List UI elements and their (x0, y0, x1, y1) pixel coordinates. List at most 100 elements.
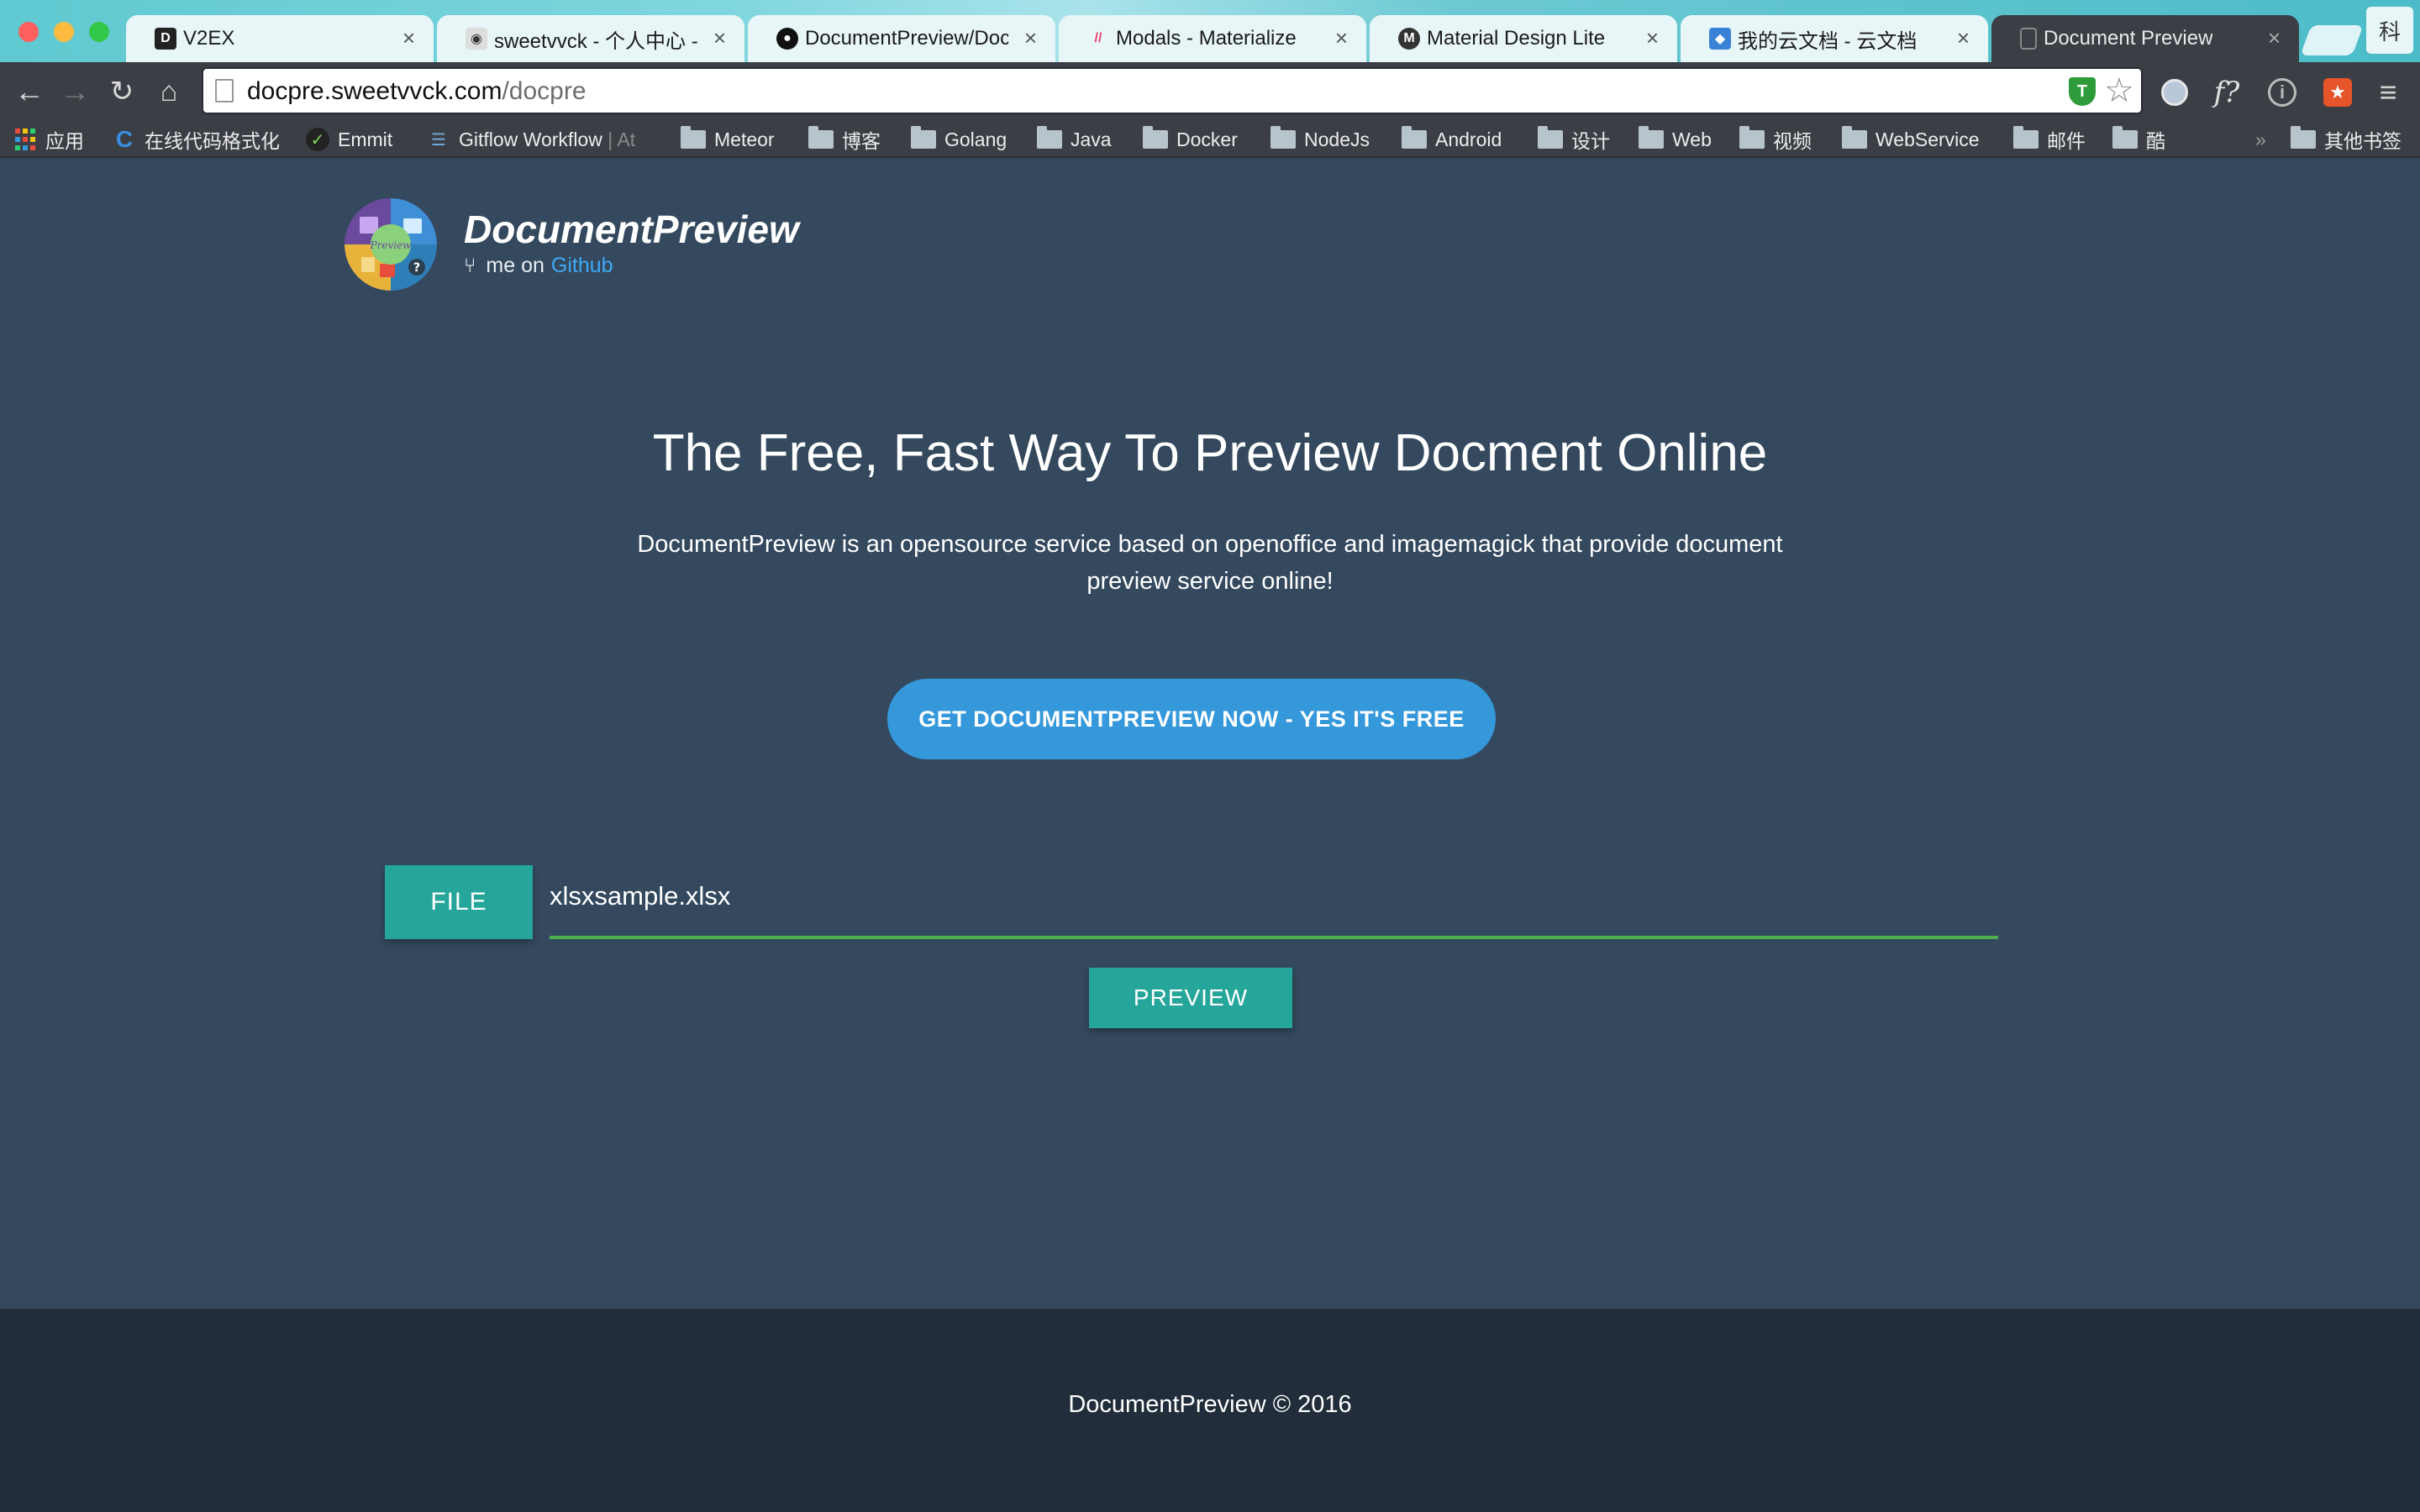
bookmark-folder-java[interactable]: Java (1037, 124, 1112, 155)
bookmark-folder-mail[interactable]: 邮件 (2013, 124, 2086, 155)
svg-text:Preview: Preview (370, 239, 413, 251)
preview-button[interactable]: PREVIEW (1089, 968, 1292, 1028)
new-tab-button[interactable] (2300, 25, 2364, 55)
bookmark-code-formatter[interactable]: C 在线代码格式化 (113, 124, 280, 155)
tab-mdl[interactable]: M Material Design Lite × (1370, 15, 1677, 62)
folder-icon (1739, 126, 1765, 149)
tab-title: DocumentPreview/Docu (805, 27, 1008, 50)
get-documentpreview-button[interactable]: GET DOCUMENTPREVIEW NOW - YES IT'S FREE (887, 679, 1496, 759)
bookmark-gitflow[interactable]: ☰ Gitflow Workflow | At (427, 124, 635, 155)
oschina-icon: ◉ (466, 28, 487, 50)
bookmarks-overflow-chevron-icon[interactable]: » (2255, 124, 2266, 155)
red-star-extension-icon[interactable]: ★ (2321, 76, 2354, 109)
github-icon: ● (776, 28, 798, 50)
bookmark-emmit[interactable]: ✓ Emmit (306, 124, 392, 155)
github-link[interactable]: Github (551, 254, 613, 278)
folder-icon (1270, 126, 1296, 149)
shield-extension-icon[interactable]: T (2069, 77, 2096, 106)
bookmark-folder-golang[interactable]: Golang (911, 124, 1007, 155)
tab-materialize[interactable]: // Modals - Materialize × (1059, 15, 1366, 62)
tab-document-preview[interactable]: Document Preview × (1991, 15, 2299, 62)
close-window-button[interactable] (18, 22, 39, 42)
bookmark-folder-webservice[interactable]: WebService (1842, 124, 1980, 155)
minimize-window-button[interactable] (54, 22, 74, 42)
folder-icon (1143, 126, 1168, 149)
c-logo-icon: C (115, 126, 134, 152)
documentpreview-logo-icon[interactable]: Preview ? (345, 198, 437, 291)
tab-close-icon[interactable]: × (1646, 27, 1659, 49)
footer-copyright: DocumentPreview © 2016 (1068, 1391, 1352, 1418)
cloud-doc-icon: ◆ (1709, 28, 1731, 50)
address-bar[interactable]: docpre.sweetvvck.com/docpre T ☆ (202, 67, 2143, 114)
info-extension-icon[interactable]: i (2265, 76, 2299, 109)
tab-oschina[interactable]: ◉ sweetvvck - 个人中心 - C × (437, 15, 744, 62)
folder-icon (1639, 126, 1664, 149)
bookmark-folder-video[interactable]: 视频 (1739, 124, 1812, 155)
mdl-icon: M (1398, 28, 1420, 50)
folder-icon (1402, 126, 1427, 149)
bookmark-star-icon[interactable]: ☆ (2104, 72, 2134, 109)
browser-toolbar: ← → ↻ ⌂ docpre.sweetvvck.com/docpre T ☆ … (0, 62, 2420, 121)
database-icon: ☰ (431, 130, 446, 150)
tab-close-icon[interactable]: × (1024, 27, 1037, 49)
page-info-icon[interactable] (215, 79, 234, 102)
circle-extension-icon[interactable] (2158, 76, 2191, 109)
page-description: DocumentPreview is an opensource service… (637, 531, 1783, 595)
brand-subtitle: ⑂ me on Github (464, 254, 613, 278)
tab-close-icon[interactable]: × (1957, 27, 1970, 49)
bookmark-folder-design[interactable]: 设计 (1538, 124, 1610, 155)
tab-close-icon[interactable]: × (402, 27, 415, 49)
menu-icon[interactable]: ≡ (2371, 75, 2405, 109)
zoom-window-button[interactable] (89, 22, 109, 42)
bookmark-folder-android[interactable]: Android (1402, 124, 1502, 155)
folder-icon (1037, 126, 1062, 149)
folder-icon (911, 126, 936, 149)
bookmark-folder-meteor[interactable]: Meteor (681, 124, 775, 155)
tab-title: Material Design Lite (1427, 27, 1606, 50)
folder-icon (2112, 126, 2138, 149)
page-headline: The Free, Fast Way To Preview Docment On… (652, 424, 1768, 482)
brand-subtitle-prefix: me on (486, 254, 544, 277)
tab-list: D V2EX × ◉ sweetvvck - 个人中心 - C × ● Docu… (126, 15, 2302, 62)
tab-title: Document Preview (2044, 27, 2213, 50)
bookmark-folder-nodejs[interactable]: NodeJs (1270, 124, 1370, 155)
folder-icon (2291, 126, 2316, 149)
folder-icon (1538, 126, 1563, 149)
tab-close-icon[interactable]: × (2268, 27, 2281, 49)
bookmarks-bar: 应用 C 在线代码格式化 ✓ Emmit ☰ Gitflow Workflow … (0, 121, 2420, 158)
file-button[interactable]: FILE (385, 865, 533, 939)
apps-grid-icon (13, 128, 37, 151)
back-arrow-icon[interactable]: ← (12, 74, 47, 109)
page-footer: DocumentPreview © 2016 (0, 1309, 2420, 1512)
bookmark-other-bookmarks[interactable]: 其他书签 (2291, 124, 2402, 155)
bookmark-folder-web[interactable]: Web (1639, 124, 1712, 155)
bookmark-folder-docker[interactable]: Docker (1143, 124, 1238, 155)
bookmark-apps[interactable]: 应用 (13, 124, 84, 155)
fork-icon: ⑂ (464, 254, 476, 277)
folder-icon (808, 126, 834, 149)
tab-github[interactable]: ● DocumentPreview/Docu × (748, 15, 1055, 62)
brand-name[interactable]: DocumentPreview (464, 207, 799, 252)
forward-arrow-icon[interactable]: → (57, 74, 92, 109)
reload-icon[interactable]: ↻ (104, 74, 139, 109)
tab-title: Modals - Materialize (1116, 27, 1297, 50)
file-path-input[interactable]: xlsxsample.xlsx (550, 865, 1998, 939)
bookmark-folder-cool[interactable]: 酷 (2112, 124, 2165, 155)
formula-extension-icon[interactable]: f? (2210, 76, 2244, 109)
materialize-icon: // (1094, 31, 1102, 45)
folder-icon (1842, 126, 1867, 149)
page-icon (2020, 28, 2037, 50)
tab-close-icon[interactable]: × (713, 27, 726, 49)
tab-title: V2EX (183, 27, 235, 50)
tab-close-icon[interactable]: × (1335, 27, 1348, 49)
folder-icon (2013, 126, 2039, 149)
hero-section: Preview ? DocumentPreview ⑂ me on Github… (0, 158, 2420, 1309)
tab-v2ex[interactable]: D V2EX × (126, 15, 434, 62)
profile-button[interactable]: 科 (2366, 7, 2413, 54)
folder-icon (681, 126, 706, 149)
tab-strip: D V2EX × ◉ sweetvvck - 个人中心 - C × ● Docu… (0, 0, 2420, 62)
url-text[interactable]: docpre.sweetvvck.com/docpre (247, 77, 587, 106)
home-icon[interactable]: ⌂ (151, 74, 187, 109)
bookmark-folder-blog[interactable]: 博客 (808, 124, 881, 155)
tab-cloud-doc[interactable]: ◆ 我的云文档 - 云文档 × (1681, 15, 1988, 62)
